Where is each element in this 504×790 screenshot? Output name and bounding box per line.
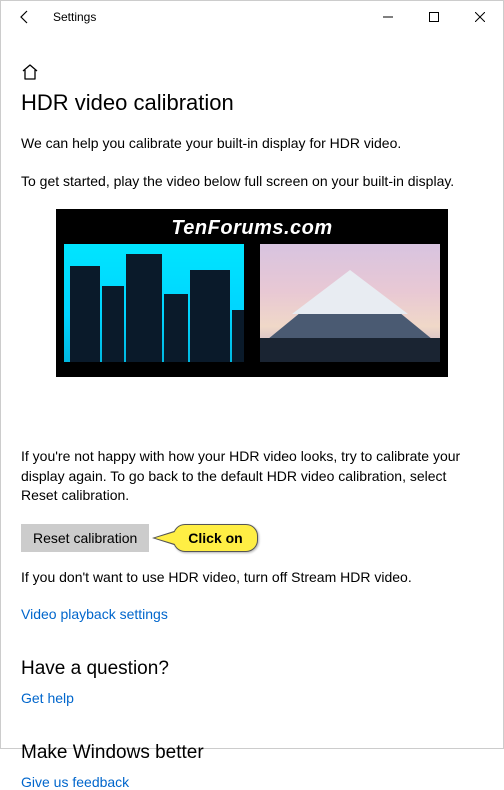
intro-text-2: To get started, play the video below ful…: [21, 172, 483, 192]
feedback-heading: Make Windows better: [21, 742, 483, 764]
video-right-pane: [260, 244, 440, 362]
give-feedback-link[interactable]: Give us feedback: [21, 774, 129, 790]
titlebar: Settings: [1, 1, 503, 33]
calibration-video[interactable]: TenForums.com: [56, 209, 448, 377]
window-controls: [365, 1, 503, 33]
close-button[interactable]: [457, 1, 503, 33]
turnoff-help-text: If you don't want to use HDR video, turn…: [21, 568, 483, 588]
calibrate-help-text: If you're not happy with how your HDR vi…: [21, 447, 483, 506]
watermark-text: TenForums.com: [56, 217, 448, 240]
reset-calibration-button[interactable]: Reset calibration: [21, 524, 149, 552]
video-left-pane: [64, 244, 244, 362]
back-button[interactable]: [9, 1, 41, 33]
home-icon[interactable]: [21, 63, 483, 84]
window-title: Settings: [53, 10, 96, 24]
get-help-link[interactable]: Get help: [21, 690, 74, 706]
maximize-button[interactable]: [411, 1, 457, 33]
content-area: HDR video calibration We can help you ca…: [1, 33, 503, 790]
callout-annotation: Click on: [173, 524, 257, 552]
page-title: HDR video calibration: [21, 90, 483, 116]
intro-text-1: We can help you calibrate your built-in …: [21, 134, 483, 154]
minimize-button[interactable]: [365, 1, 411, 33]
question-heading: Have a question?: [21, 658, 483, 680]
video-playback-settings-link[interactable]: Video playback settings: [21, 606, 168, 622]
